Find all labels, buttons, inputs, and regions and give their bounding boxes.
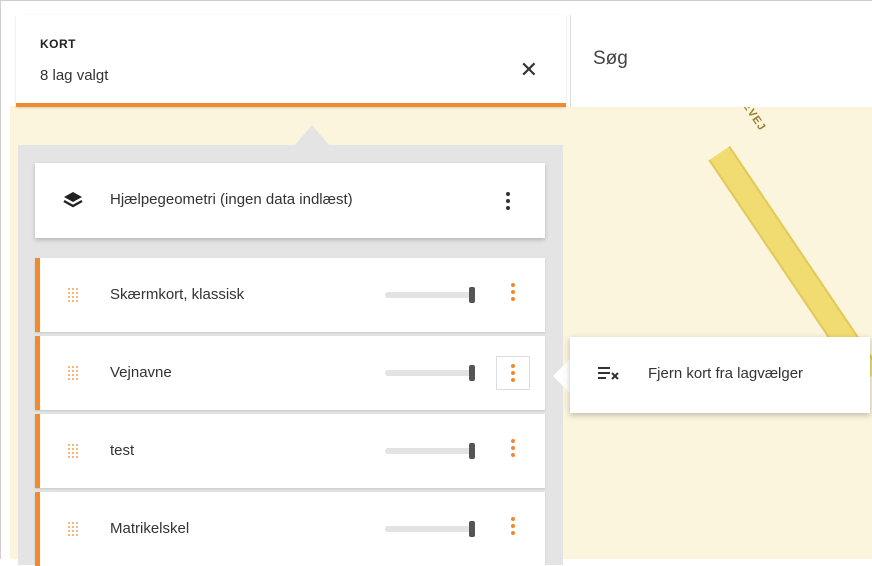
- clear-list-icon: [598, 367, 619, 380]
- helper-geometry-label: Hjælpegeometri (ingen data indlæst): [110, 191, 353, 208]
- search-box: [570, 15, 872, 107]
- drag-handle-icon[interactable]: [68, 522, 80, 536]
- layer-label: test: [110, 442, 135, 459]
- layer-label: Matrikelskel: [110, 520, 190, 537]
- layers-icon: [63, 192, 83, 208]
- close-icon[interactable]: ✕: [520, 59, 538, 81]
- popover-caret: [553, 359, 570, 393]
- drag-handle-icon[interactable]: [68, 288, 80, 302]
- helper-geometry-card[interactable]: Hjælpegeometri (ingen data indlæst): [35, 163, 545, 238]
- layer-label: Skærmkort, klassisk: [110, 286, 245, 303]
- opacity-slider[interactable]: [385, 287, 475, 303]
- layer-row[interactable]: Skærmkort, klassisk: [35, 258, 545, 332]
- selected-layers-count: 8 lag valgt: [40, 67, 109, 84]
- more-vert-icon[interactable]: [503, 436, 523, 464]
- opacity-slider[interactable]: [385, 443, 475, 459]
- slider-thumb[interactable]: [469, 365, 475, 381]
- more-vert-icon[interactable]: [503, 514, 523, 542]
- kort-title: KORT: [40, 37, 76, 51]
- panel-caret: [295, 125, 329, 145]
- layer-row[interactable]: Matrikelskel: [35, 492, 545, 566]
- layer-context-menu: Fjern kort fra lagvælger: [570, 337, 870, 413]
- more-vert-icon[interactable]: [503, 280, 523, 308]
- drag-handle-icon[interactable]: [68, 366, 80, 380]
- opacity-slider[interactable]: [385, 521, 475, 537]
- slider-thumb[interactable]: [469, 521, 475, 537]
- opacity-slider[interactable]: [385, 365, 475, 381]
- slider-thumb[interactable]: [469, 443, 475, 459]
- layer-label: Vejnavne: [110, 364, 172, 381]
- layer-row[interactable]: test: [35, 414, 545, 488]
- more-vert-icon[interactable]: [496, 356, 530, 390]
- slider-thumb[interactable]: [469, 287, 475, 303]
- map-road-label: EVEJ: [740, 106, 768, 134]
- search-input[interactable]: [591, 47, 855, 71]
- kort-header: KORT 8 lag valgt ✕: [16, 15, 566, 107]
- remove-map-menu-item[interactable]: Fjern kort fra lagvælger: [648, 365, 803, 382]
- more-vert-icon[interactable]: [498, 189, 518, 217]
- drag-handle-icon[interactable]: [68, 444, 80, 458]
- layer-row[interactable]: Vejnavne: [35, 336, 545, 410]
